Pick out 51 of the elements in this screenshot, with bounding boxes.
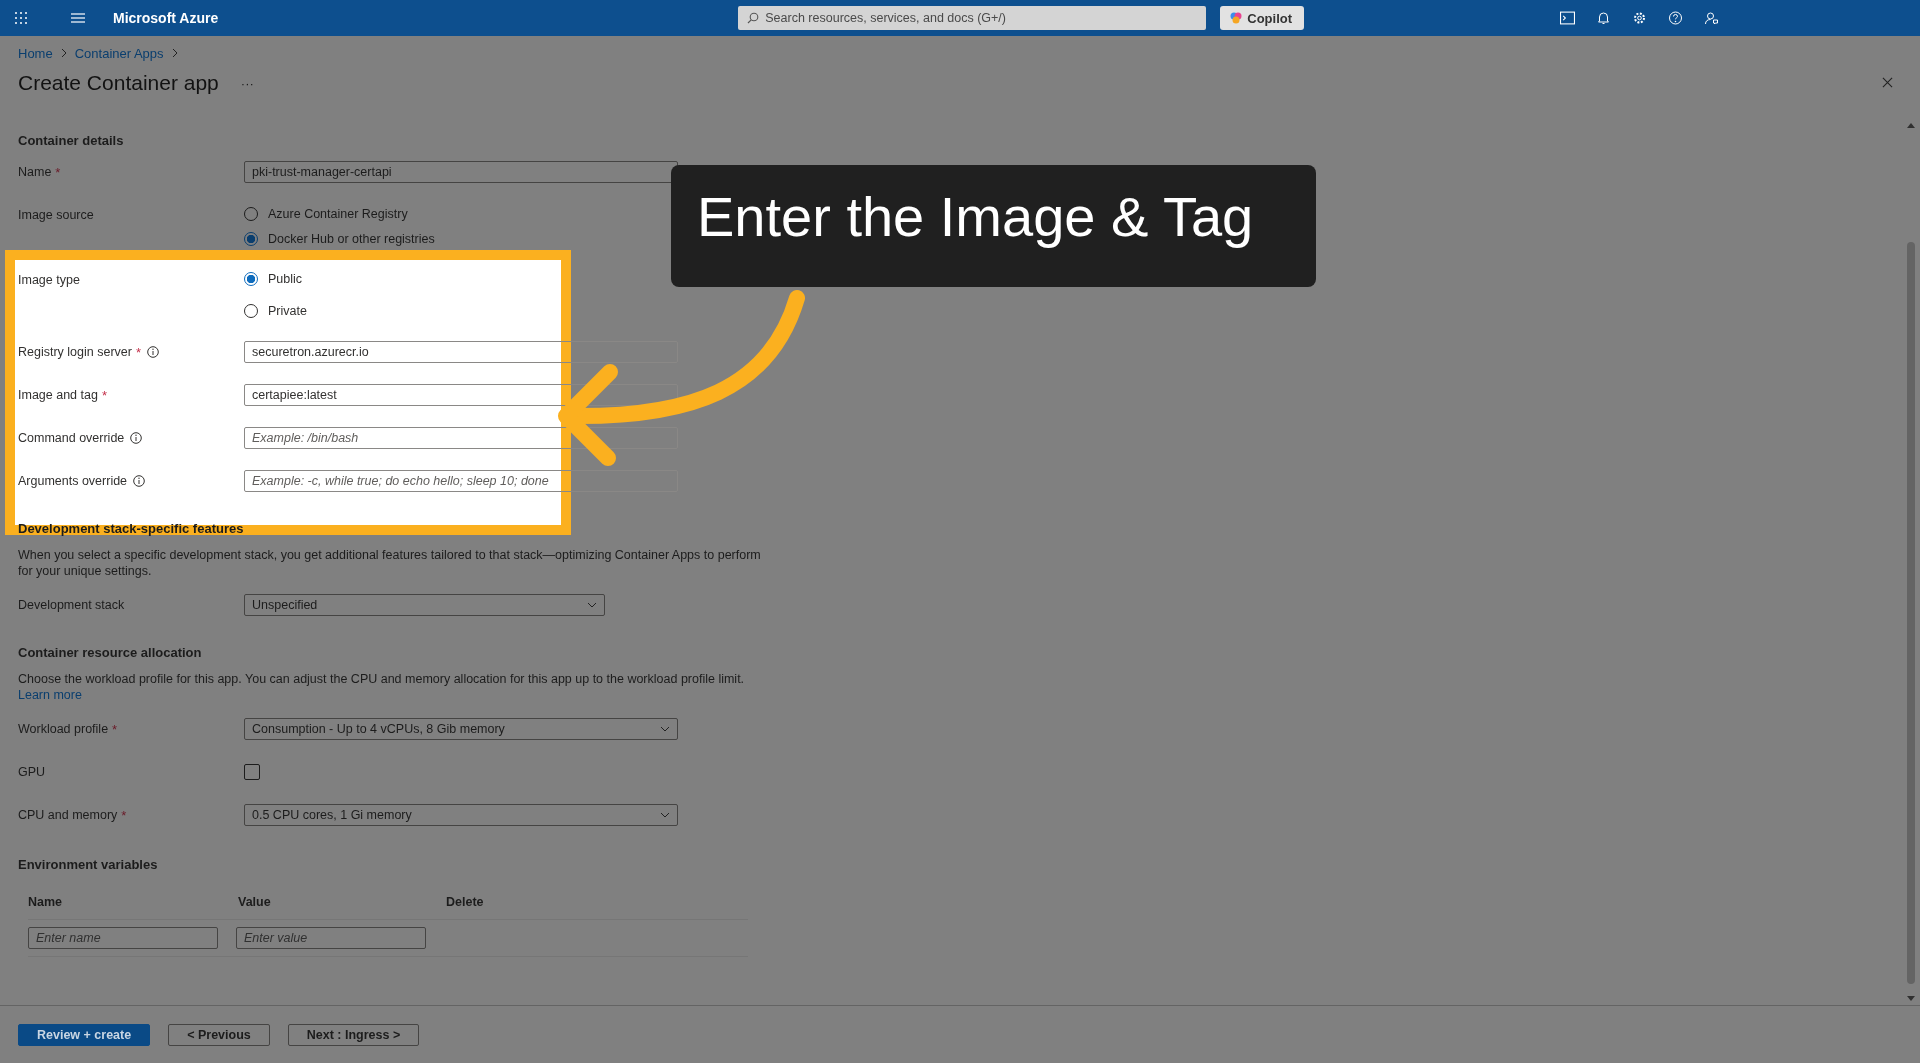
field-label: Arguments override bbox=[18, 474, 128, 488]
dropdown[interactable]: Unspecified bbox=[244, 594, 605, 616]
section-heading: Development stack-specific features bbox=[18, 520, 245, 538]
text-field[interactable]: Enter value bbox=[236, 927, 426, 949]
footer-button[interactable]: Next : Ingress > bbox=[287, 1023, 420, 1046]
field-label: Registry login server bbox=[18, 345, 132, 359]
required-mark: * bbox=[55, 164, 61, 180]
radio-label[interactable]: Azure Container Registry bbox=[268, 207, 408, 221]
footer-button[interactable]: Review + create bbox=[18, 1023, 151, 1046]
field-label: GPU bbox=[18, 765, 46, 779]
section-heading: Container details bbox=[18, 132, 125, 150]
text-field[interactable]: Example: /bin/bash bbox=[244, 427, 678, 449]
column-header: Value bbox=[238, 895, 272, 909]
section-heading: Environment variables bbox=[18, 856, 159, 874]
field-label: Name bbox=[18, 165, 52, 179]
section-description: When you select a specific development stack, you get additional features tailored to that stack—optimizing Container Apps to perform for your unique settings. bbox=[18, 547, 762, 579]
field-label: Command override bbox=[18, 431, 125, 445]
brand-name[interactable]: Microsoft Azure bbox=[113, 10, 219, 26]
required-mark: * bbox=[121, 807, 127, 823]
dropdown[interactable]: 0.5 CPU cores, 1 Gi memory bbox=[244, 804, 678, 826]
field-label: Development stack bbox=[18, 598, 125, 612]
field-label: Workload profile bbox=[18, 722, 109, 736]
learn-more-link[interactable]: Learn more bbox=[18, 688, 82, 702]
column-header: Delete bbox=[446, 895, 485, 909]
text-field[interactable]: certapiee:latest bbox=[244, 384, 678, 406]
field-label: Image and tag bbox=[18, 388, 98, 402]
dropdown[interactable]: Consumption - Up to 4 vCPUs, 8 Gib memory bbox=[244, 718, 678, 740]
more-options[interactable]: ··· bbox=[240, 75, 254, 91]
field-label: Image type bbox=[18, 273, 80, 287]
text-field[interactable]: Example: -c, while true; do echo hello; sleep 10; done bbox=[244, 470, 678, 492]
section-heading: Container resource allocation bbox=[18, 644, 203, 662]
field-label: Image source bbox=[18, 208, 94, 222]
radio-label[interactable]: Docker Hub or other registries bbox=[268, 232, 435, 246]
copilot-button[interactable]: Copilot bbox=[1220, 6, 1305, 30]
field-label: CPU and memory bbox=[18, 808, 118, 822]
breadcrumb-link[interactable]: Container Apps bbox=[74, 45, 164, 61]
text-field[interactable]: Enter name bbox=[28, 927, 218, 949]
radio-label[interactable]: Private bbox=[268, 304, 307, 318]
text-field[interactable]: pki-trust-manager-certapi bbox=[244, 161, 678, 183]
required-mark: * bbox=[101, 387, 107, 403]
page-title: Create Container app bbox=[18, 71, 219, 95]
column-header: Name bbox=[28, 895, 64, 909]
required-mark: * bbox=[112, 721, 118, 737]
search-field[interactable]: Search resources, services, and docs (G+/) bbox=[738, 6, 1207, 30]
text-field[interactable]: securetron.azurecr.io bbox=[244, 341, 678, 363]
footer-button[interactable]: < Previous bbox=[168, 1023, 270, 1046]
required-mark: * bbox=[135, 344, 141, 360]
radio-label[interactable]: Public bbox=[268, 272, 303, 286]
tooltip: Enter the Image & Tag bbox=[671, 165, 1316, 287]
breadcrumb-link[interactable]: Home bbox=[18, 45, 53, 61]
section-description: Choose the workload profile for this app. You can adjust the CPU and memory allocation for this app up to the workload profile limit. Learn more bbox=[18, 671, 746, 703]
